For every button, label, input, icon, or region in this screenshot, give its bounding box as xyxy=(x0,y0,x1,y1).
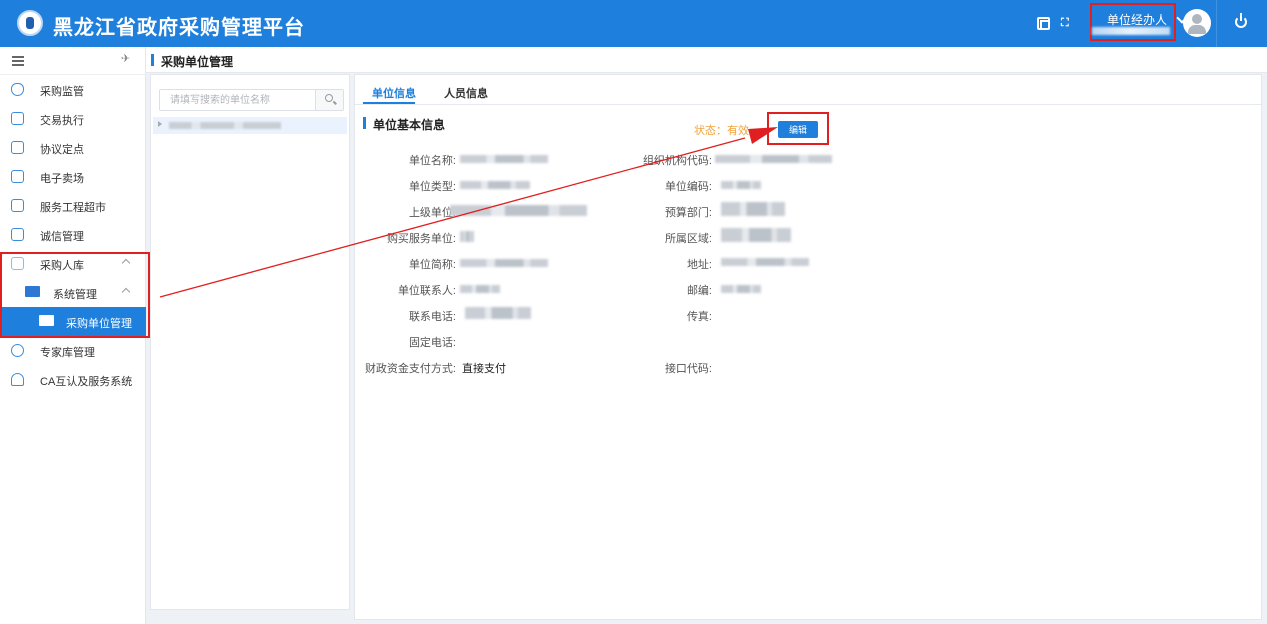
sidebar-item-label: 电子卖场 xyxy=(40,173,84,185)
field-label-interface-code: 接口代码: xyxy=(664,363,712,375)
sidebar-toolbar: ✈ xyxy=(0,47,146,75)
logo-icon xyxy=(17,10,43,36)
tab-bar: 单位信息 人员信息 xyxy=(355,75,1261,105)
fullscreen-icon[interactable] xyxy=(1037,17,1050,30)
field-label-address: 地址: xyxy=(686,259,712,271)
sidebar-item-agreement[interactable]: 协议定点 xyxy=(0,133,146,162)
menu-icon[interactable] xyxy=(12,56,24,66)
sidebar-item-label: 专家库管理 xyxy=(40,347,95,359)
sidebar-item-label: 服务工程超市 xyxy=(40,202,106,214)
active-tab-indicator xyxy=(363,102,415,104)
sidebar-item-label: 诚信管理 xyxy=(40,231,84,243)
pin-icon[interactable]: ✈ xyxy=(121,54,130,65)
field-label-unit-type: 单位类型: xyxy=(408,181,456,193)
edit-button[interactable]: 编辑 xyxy=(778,121,818,138)
sidebar-item-ca-service[interactable]: CA互认及服务系统 xyxy=(0,365,146,394)
field-value-payment-method: 直接支付 xyxy=(462,363,506,375)
tree-node[interactable] xyxy=(153,117,347,134)
field-label-org-code: 组织机构代码: xyxy=(642,155,712,167)
field-label-postcode: 邮编: xyxy=(686,285,712,297)
field-value-org-code xyxy=(715,155,832,163)
section-title: 单位基本信息 xyxy=(373,118,446,132)
clipboard-icon xyxy=(11,112,24,125)
user-icon xyxy=(11,373,24,386)
section-marker xyxy=(363,117,366,129)
annotation-highlight-sidebar xyxy=(0,252,150,338)
annotation-highlight-edit: 编辑 xyxy=(767,112,829,145)
search-input[interactable] xyxy=(160,90,315,110)
field-label-payment-method: 财政资金支付方式: xyxy=(364,363,456,375)
field-value-postcode xyxy=(721,285,761,293)
caret-right-icon[interactable] xyxy=(158,121,162,127)
shield-icon xyxy=(11,83,24,96)
sidebar-item-label: 采购监管 xyxy=(40,86,84,98)
field-label-unit-name: 单位名称: xyxy=(408,155,456,167)
field-label-region: 所属区域: xyxy=(664,233,712,245)
field-value-contact xyxy=(460,285,500,293)
unit-tree-panel xyxy=(150,74,350,610)
field-value-budget-dept xyxy=(721,202,785,216)
field-label-unit-code: 单位编码: xyxy=(664,181,712,193)
store-icon xyxy=(11,199,24,212)
header-divider xyxy=(1216,0,1217,47)
tab-personnel-info[interactable]: 人员信息 xyxy=(444,85,488,101)
tree-node-label-redacted xyxy=(169,122,281,129)
sidebar-item-label: 协议定点 xyxy=(40,144,84,156)
field-label-contact: 单位联系人: xyxy=(397,285,456,297)
search-icon xyxy=(325,94,333,102)
page-title: 采购单位管理 xyxy=(161,55,234,69)
field-label-phone: 联系电话: xyxy=(408,311,456,323)
sidebar-item-label: 交易执行 xyxy=(40,115,84,127)
user-name-redacted xyxy=(1092,27,1170,35)
unit-detail-panel: 单位信息 人员信息 单位基本信息 状态：有效 编辑 单位名称: 单位类型: 上级… xyxy=(354,74,1262,620)
sidebar-item-transaction[interactable]: 交易执行 xyxy=(0,104,146,133)
sidebar-item-service-market[interactable]: 服务工程超市 xyxy=(0,191,146,220)
sidebar-item-expert-library[interactable]: 专家库管理 xyxy=(0,336,146,365)
expand-icon[interactable]: ⛶ xyxy=(1061,17,1074,30)
field-value-phone xyxy=(465,307,531,319)
app-title: 黑龙江省政府采购管理平台 xyxy=(53,17,305,39)
power-icon[interactable] xyxy=(1235,13,1247,28)
store-icon xyxy=(11,141,24,154)
top-header: 黑龙江省政府采购管理平台 ⛶ 单位经办人 xyxy=(0,0,1267,47)
store-icon xyxy=(11,170,24,183)
breadcrumb: 采购单位管理 xyxy=(146,47,1267,73)
search-button[interactable] xyxy=(315,90,343,110)
breadcrumb-marker xyxy=(151,54,154,66)
status-badge: 状态：有效 xyxy=(694,125,749,137)
field-value-unit-name xyxy=(460,155,548,163)
field-label-fax: 传真: xyxy=(686,311,712,323)
field-value-purchase-service-unit xyxy=(460,231,474,242)
field-label-short-name: 单位简称: xyxy=(408,259,456,271)
sidebar-item-label: CA互认及服务系统 xyxy=(40,376,133,388)
sidebar-item-emall[interactable]: 电子卖场 xyxy=(0,162,146,191)
sidebar-item-procurement-supervision[interactable]: 采购监管 xyxy=(0,75,146,104)
gear-icon xyxy=(11,344,24,357)
tab-unit-info[interactable]: 单位信息 xyxy=(372,85,416,101)
field-value-short-name xyxy=(460,259,548,267)
field-label-parent-unit: 上级单位: xyxy=(408,207,456,219)
field-value-address xyxy=(721,258,809,266)
field-value-unit-code xyxy=(721,181,761,189)
field-value-unit-type xyxy=(460,181,530,189)
field-value-parent-unit xyxy=(450,205,587,216)
field-label-budget-dept: 预算部门: xyxy=(664,207,712,219)
user-role: 单位经办人 xyxy=(1107,13,1168,27)
avatar[interactable] xyxy=(1183,9,1211,37)
tree-search xyxy=(159,89,344,111)
field-value-region xyxy=(721,228,791,242)
user-menu[interactable]: 单位经办人 xyxy=(1090,3,1176,41)
field-label-landline: 固定电话: xyxy=(408,337,456,349)
card-icon xyxy=(11,228,24,241)
field-label-purchase-service-unit: 购买服务单位: xyxy=(386,233,456,245)
sidebar-item-credit[interactable]: 诚信管理 xyxy=(0,220,146,249)
